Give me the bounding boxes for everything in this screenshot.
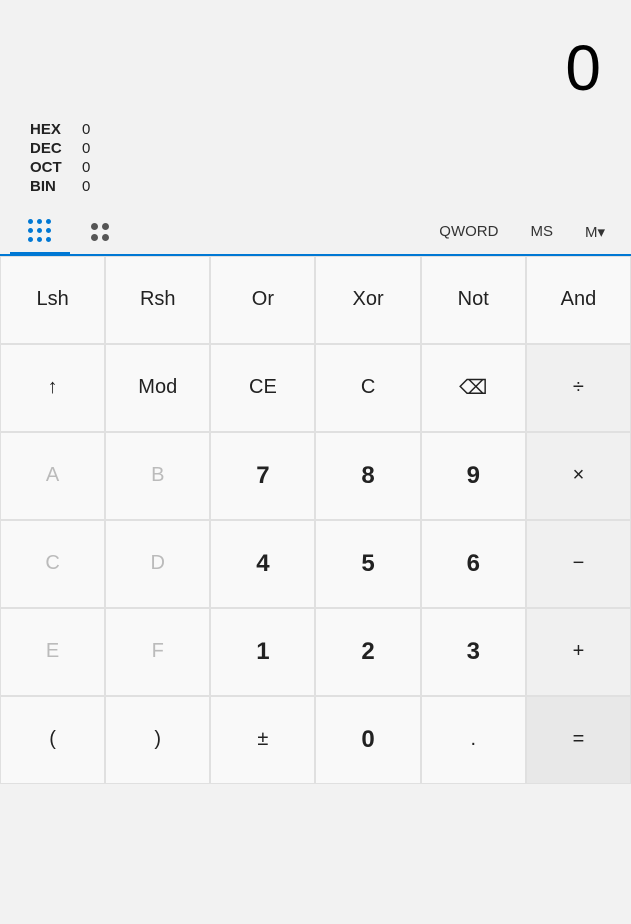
- btn---5-4[interactable]: .: [421, 696, 526, 784]
- hex-label: HEX: [30, 121, 70, 138]
- hex-value: 0: [82, 121, 90, 138]
- btn-A-2-0: A: [0, 432, 105, 520]
- btn---5-2[interactable]: ±: [210, 696, 315, 784]
- btn---3-5[interactable]: −: [526, 520, 631, 608]
- btn-Rsh-0-1[interactable]: Rsh: [105, 256, 210, 344]
- btn---1-4[interactable]: ⌫: [421, 344, 526, 432]
- btn-7-2-2[interactable]: 7: [210, 432, 315, 520]
- btn-Lsh-0-0[interactable]: Lsh: [0, 256, 105, 344]
- btn-D-3-1: D: [105, 520, 210, 608]
- btn-8-2-3[interactable]: 8: [315, 432, 420, 520]
- btn-B-2-1: B: [105, 432, 210, 520]
- btn-CE-1-2[interactable]: CE: [210, 344, 315, 432]
- btn---5-1[interactable]: ): [105, 696, 210, 784]
- toolbar: QWORD MS M▾: [0, 204, 631, 256]
- apps-icon[interactable]: [10, 211, 70, 255]
- btn-E-4-0: E: [0, 608, 105, 696]
- dec-label: DEC: [30, 140, 70, 157]
- ms-button[interactable]: MS: [514, 210, 569, 254]
- base-display: HEX 0 DEC 0 OCT 0 BIN 0: [20, 117, 611, 199]
- btn-9-2-4[interactable]: 9: [421, 432, 526, 520]
- dec-row: DEC 0: [30, 140, 601, 157]
- word-size-button[interactable]: QWORD: [423, 210, 514, 254]
- btn-4-3-2[interactable]: 4: [210, 520, 315, 608]
- btn-6-3-4[interactable]: 6: [421, 520, 526, 608]
- btn-5-3-3[interactable]: 5: [315, 520, 420, 608]
- btn-Xor-0-3[interactable]: Xor: [315, 256, 420, 344]
- bin-row: BIN 0: [30, 178, 601, 195]
- btn---2-5[interactable]: ×: [526, 432, 631, 520]
- btn-Not-0-4[interactable]: Not: [421, 256, 526, 344]
- memory-button[interactable]: M▾: [569, 210, 621, 254]
- display-area: 0 HEX 0 DEC 0 OCT 0 BIN 0: [0, 0, 631, 204]
- dots-2x2: [91, 223, 109, 241]
- main-display: 0: [20, 10, 611, 117]
- btn-C-1-3[interactable]: C: [315, 344, 420, 432]
- bin-label: BIN: [30, 178, 70, 195]
- btn-0-5-3[interactable]: 0: [315, 696, 420, 784]
- dots-grid: [28, 219, 52, 243]
- btn-1-4-2[interactable]: 1: [210, 608, 315, 696]
- btn---5-5[interactable]: =: [526, 696, 631, 784]
- oct-row: OCT 0: [30, 159, 601, 176]
- hex-row: HEX 0: [30, 121, 601, 138]
- btn-2-4-3[interactable]: 2: [315, 608, 420, 696]
- btn-3-4-4[interactable]: 3: [421, 608, 526, 696]
- btn---4-5[interactable]: +: [526, 608, 631, 696]
- oct-value: 0: [82, 159, 90, 176]
- buttons-grid: LshRshOrXorNotAnd↑ModCEC⌫÷AB789×CD456−EF…: [0, 256, 631, 784]
- btn-C-3-0: C: [0, 520, 105, 608]
- dec-value: 0: [82, 140, 90, 157]
- btn---1-5[interactable]: ÷: [526, 344, 631, 432]
- btn---5-0[interactable]: (: [0, 696, 105, 784]
- history-icon[interactable]: [70, 210, 130, 254]
- btn-Or-0-2[interactable]: Or: [210, 256, 315, 344]
- btn-And-0-5[interactable]: And: [526, 256, 631, 344]
- btn---1-0[interactable]: ↑: [0, 344, 105, 432]
- btn-F-4-1: F: [105, 608, 210, 696]
- bin-value: 0: [82, 178, 90, 195]
- oct-label: OCT: [30, 159, 70, 176]
- btn-Mod-1-1[interactable]: Mod: [105, 344, 210, 432]
